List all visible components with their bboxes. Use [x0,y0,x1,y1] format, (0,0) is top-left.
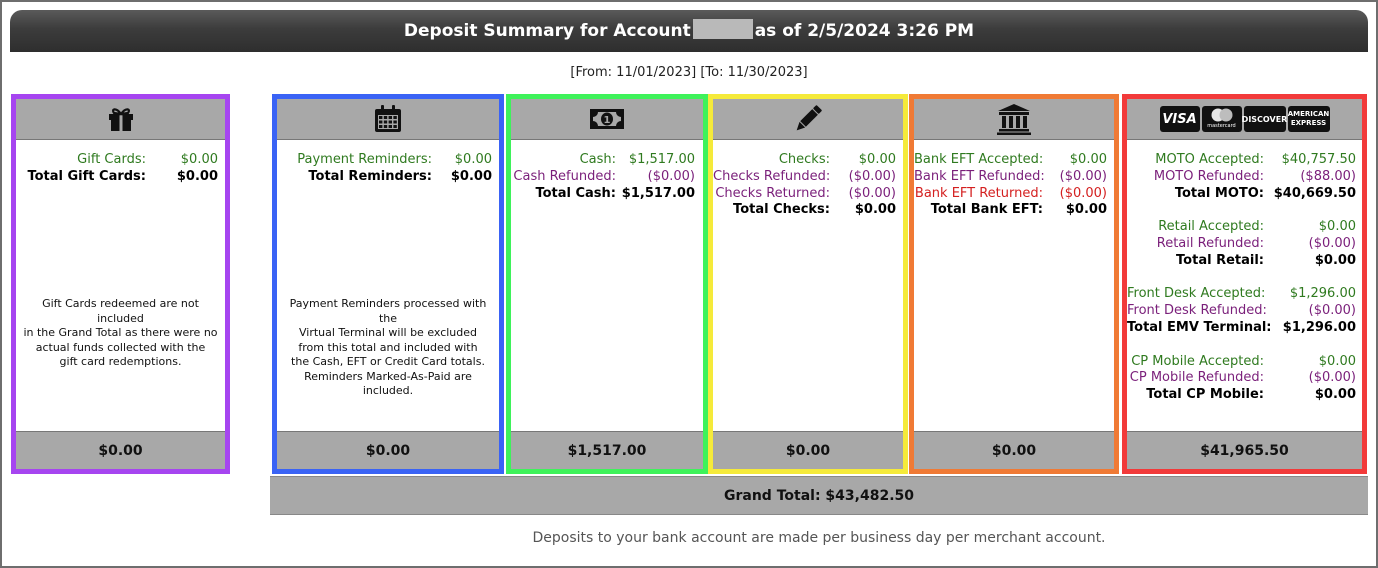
cash-total: $1,517.00 [511,431,703,469]
row-checks-refunded: Checks Refunded: ($0.00) [713,168,896,184]
bank-eft-header [914,99,1114,140]
discover-logo-icon: DISCOVER [1242,106,1287,132]
row-total-retail: Total Retail: $0.00 [1176,252,1356,268]
row-spacer [1127,337,1356,354]
row-total-checks: Total Checks: $0.00 [733,202,896,218]
row-cash: Cash: $1,517.00 [579,152,695,167]
row-total-cash: Total Cash: $1,517.00 [535,185,695,201]
row-bank-eft-returned: Bank EFT Returned: ($0.00) [914,185,1107,201]
visa-logo-icon: VISA [1159,106,1200,132]
title-prefix: Deposit Summary for Account [403,21,691,41]
row-cash-refunded: Cash Refunded: ($0.00) [513,168,695,184]
gift-cards-rows: Gift Cards: $0.00 Total Gift Cards: $0.0… [16,152,225,186]
row-total-reminders: Total Reminders: $0.00 [308,168,492,184]
svg-text:1: 1 [604,115,611,126]
row-payment-reminders: Payment Reminders: $0.00 [297,152,492,167]
payment-reminders-note: Payment Reminders processed with the Vir… [289,297,487,397]
grand-total: Grand Total: $43,482.50 [270,476,1368,515]
row-bank-eft-accepted: Bank EFT Accepted: $0.00 [914,152,1107,167]
credit-cards-rows: MOTO Accepted: $40,757.50 MOTO Refunded:… [1127,152,1362,404]
row-bank-eft-refunded: Bank EFT Refunded: ($0.00) [914,168,1107,184]
calendar-icon [375,105,401,132]
bank-eft-rows: Bank EFT Accepted: $0.00 Bank EFT Refund… [914,152,1114,219]
redacted-account-number [692,19,753,39]
row-checks: Checks: $0.00 [778,152,896,167]
gift-cards-header [16,99,225,140]
row-moto-refunded: MOTO Refunded: ($88.00) [1153,168,1356,184]
credit-cards-total: $41,965.50 [1127,431,1362,469]
row-retail-accepted: Retail Accepted: $0.00 [1158,219,1356,235]
payment-reminders-rows: Payment Reminders: $0.00 Total Reminders… [277,152,499,186]
gift-icon [108,108,133,131]
row-spacer [1127,270,1356,287]
row-total-cp-mobile: Total CP Mobile: $0.00 [1146,387,1356,403]
row-total-moto: Total MOTO: $40,669.50 [1174,185,1356,201]
row-gift-cards: Gift Cards: $0.00 [77,152,218,167]
page-title: Deposit Summary for Account as of 2/5/202… [10,10,1368,52]
bank-eft-total: $0.00 [914,431,1114,469]
row-total-bank-eft: Total Bank EFT: $0.00 [930,202,1107,218]
row-spacer [1127,202,1356,219]
gift-cards-note: Gift Cards redeemed are not included in … [23,297,218,368]
row-total-gift-cards: Total Gift Cards: $0.00 [27,168,218,184]
deposit-footnote: Deposits to your bank account are made p… [532,530,1106,546]
cash-rows: Cash: $1,517.00 Cash Refunded: ($0.00) T… [511,152,703,202]
checks-header [713,99,903,140]
row-checks-returned: Checks Returned: ($0.00) [715,185,896,201]
row-moto-accepted: MOTO Accepted: $40,757.50 [1155,152,1356,167]
money-bill-icon: 1 [590,109,624,129]
row-cp-mobile-refunded: CP Mobile Refunded: ($0.00) [1129,370,1356,386]
cash-panel: 1 Cash: $1,517.00 Cash Refunded: ($0.00)… [506,94,708,474]
amex-logo-icon: AMERICAN EXPRESS [1287,106,1330,132]
payment-reminders-header [277,99,499,140]
checks-total: $0.00 [713,431,903,469]
row-total-emv-terminal: Total EMV Terminal: $1,296.00 [1127,319,1356,335]
credit-cards-panel: VISA mastercard DISCOVER AMERICAN EXPRES… [1122,94,1367,474]
checks-rows: Checks: $0.00 Checks Refunded: ($0.00) C… [713,152,903,219]
gift-cards-total: $0.00 [16,431,225,469]
mastercard-logo-icon: mastercard [1201,106,1242,132]
checks-panel: Checks: $0.00 Checks Refunded: ($0.00) C… [708,94,908,474]
cash-header: 1 [511,99,703,140]
row-front-desk-accepted: Front Desk Accepted: $1,296.00 [1127,286,1356,302]
title-suffix: as of 2/5/2024 3:26 PM [754,21,975,41]
credit-cards-header: VISA mastercard DISCOVER AMERICAN EXPRES… [1127,99,1362,140]
bank-eft-panel: Bank EFT Accepted: $0.00 Bank EFT Refund… [909,94,1119,474]
gift-cards-panel: Gift Cards: $0.00 Total Gift Cards: $0.0… [11,94,230,474]
pencil-icon [796,105,822,131]
bank-icon [997,104,1031,135]
payment-reminders-panel: Payment Reminders: $0.00 Total Reminders… [272,94,504,474]
row-retail-refunded: Retail Refunded: ($0.00) [1156,235,1356,251]
row-front-desk-refunded: Front Desk Refunded: ($0.00) [1127,303,1356,319]
date-range: [From: 11/01/2023] [To: 11/30/2023] [570,65,808,80]
row-cp-mobile-accepted: CP Mobile Accepted: $0.00 [1131,353,1356,369]
payment-reminders-total: $0.00 [277,431,499,469]
mastercard-circles-icon [1211,108,1232,121]
